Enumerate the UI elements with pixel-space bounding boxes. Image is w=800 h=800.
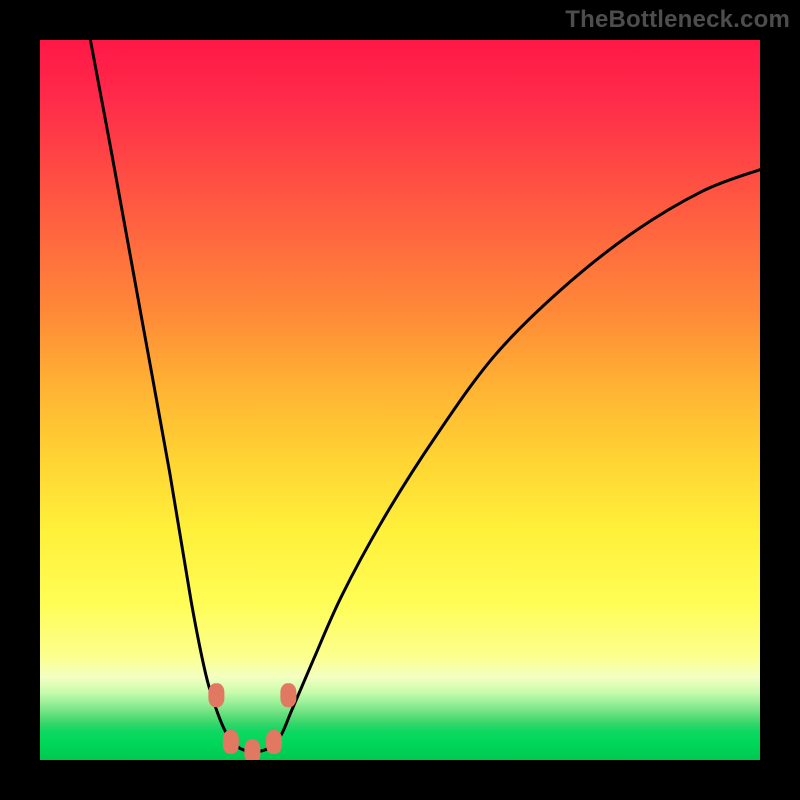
curve-marker: [266, 730, 282, 754]
curve-marker: [280, 683, 296, 707]
plot-area: [40, 40, 760, 760]
curve-path: [90, 40, 760, 752]
curve-marker: [208, 683, 224, 707]
bottleneck-curve: [40, 40, 760, 760]
curve-marker: [223, 730, 239, 754]
chart-frame: TheBottleneck.com: [0, 0, 800, 800]
watermark-text: TheBottleneck.com: [565, 6, 790, 34]
curve-marker: [244, 739, 260, 760]
